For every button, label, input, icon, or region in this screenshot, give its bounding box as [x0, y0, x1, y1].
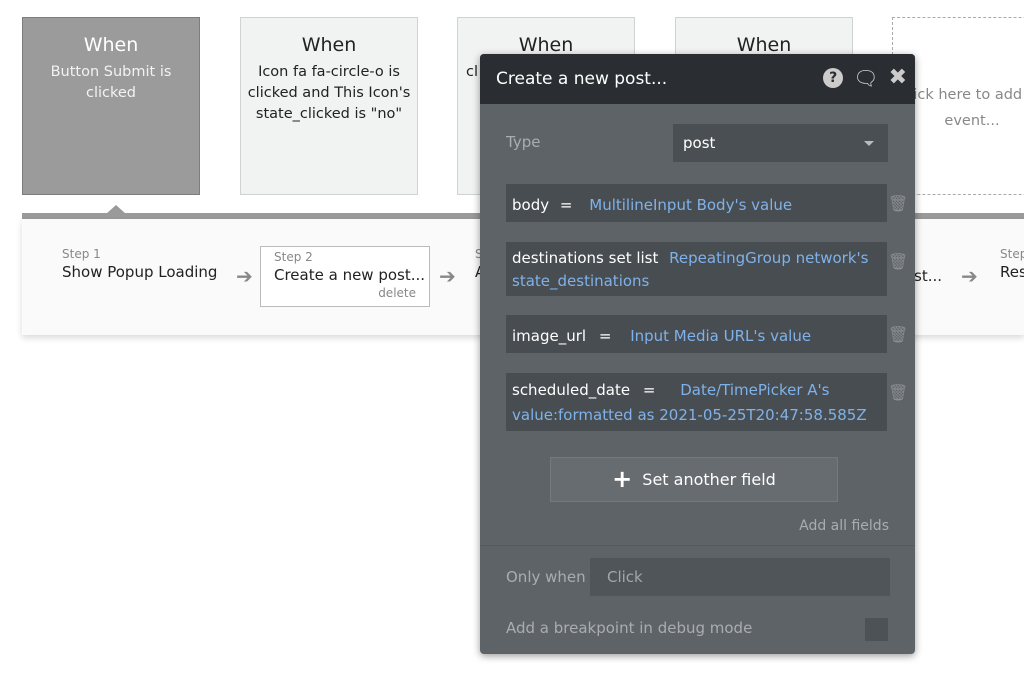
only-when-label: Only when: [506, 568, 586, 586]
type-label: Type: [506, 133, 541, 151]
event-desc: Icon fa fa-circle-o is clicked and This …: [247, 64, 411, 122]
trash-icon[interactable]: 🗑: [888, 325, 908, 344]
event-card-button-submit[interactable]: When Button Submit is clicked: [22, 17, 200, 195]
field-key: scheduled_date: [512, 381, 631, 399]
field-row-image-url[interactable]: image_url = Input Media URL's value: [506, 315, 887, 353]
arrow-right-icon: ➔: [961, 264, 978, 288]
type-value: post: [683, 134, 716, 152]
step-4[interactable]: st...: [914, 265, 942, 285]
step-name: Res: [1000, 263, 1024, 281]
breakpoint-label: Add a breakpoint in debug mode: [506, 619, 753, 637]
arrow-right-icon: ➔: [439, 264, 456, 288]
step-label: Step 2: [274, 250, 313, 264]
step-name: st...: [914, 267, 943, 285]
event-title: When: [301, 34, 357, 56]
event-title: When: [518, 34, 574, 56]
step-name: Create a new post...: [274, 266, 426, 284]
field-key: image_url: [512, 327, 587, 345]
only-when-placeholder: Click: [607, 568, 643, 586]
delete-step-link[interactable]: delete: [274, 286, 416, 300]
field-op: set list: [608, 249, 659, 267]
step-label: Step: [1000, 247, 1024, 261]
event-title: When: [83, 34, 139, 56]
type-select[interactable]: post: [673, 124, 888, 162]
trash-icon[interactable]: 🗑: [888, 383, 908, 402]
event-card-icon-click[interactable]: When Icon fa fa-circle-o is clicked and …: [240, 17, 418, 195]
field-key: body: [512, 196, 550, 214]
add-all-fields-link[interactable]: Add all fields: [799, 518, 889, 534]
set-another-field-button[interactable]: + Set another field: [550, 457, 838, 502]
field-value[interactable]: MultilineInput Body's value: [589, 196, 792, 214]
event-title: When: [736, 34, 792, 56]
event-desc: Button Submit is clicked: [50, 64, 172, 101]
popup-header: Create a new post... ? 🗨 ✖: [480, 54, 915, 104]
field-op: =: [642, 381, 656, 399]
field-row-scheduled-date[interactable]: scheduled_date = Date/TimePicker A's val…: [506, 373, 887, 431]
step-2[interactable]: Step 2 Create a new post... delete: [260, 246, 430, 307]
step-1[interactable]: Step 1 Show Popup Loading: [62, 247, 217, 281]
field-key: destinations: [512, 249, 604, 267]
trash-icon[interactable]: 🗑: [888, 252, 908, 271]
popup-title: Create a new post...: [496, 69, 668, 89]
field-row-body[interactable]: body = MultilineInput Body's value: [506, 184, 887, 222]
step-label: Step 1: [62, 247, 101, 261]
comment-icon[interactable]: 🗨: [853, 68, 878, 88]
step-name: Show Popup Loading: [62, 263, 218, 281]
field-row-destinations[interactable]: destinations set list RepeatingGroup net…: [506, 242, 887, 296]
field-op: =: [598, 327, 612, 345]
set-another-label: Set another field: [642, 470, 776, 489]
divider: [480, 545, 915, 546]
only-when-input[interactable]: Click: [590, 558, 890, 596]
help-icon[interactable]: ?: [823, 68, 844, 88]
field-op: =: [559, 196, 573, 214]
plus-icon: +: [612, 465, 633, 493]
chevron-down-icon: [864, 141, 874, 146]
create-post-popup: Create a new post... ? 🗨 ✖ Type post bod…: [480, 54, 915, 654]
breakpoint-checkbox[interactable]: [865, 618, 888, 641]
arrow-right-icon: ➔: [236, 264, 253, 288]
selected-event-pointer: [106, 205, 126, 214]
trash-icon[interactable]: 🗑: [888, 194, 908, 213]
field-value[interactable]: Input Media URL's value: [630, 327, 811, 345]
step-5[interactable]: Step Res: [1000, 247, 1024, 281]
close-icon[interactable]: ✖: [889, 67, 907, 89]
